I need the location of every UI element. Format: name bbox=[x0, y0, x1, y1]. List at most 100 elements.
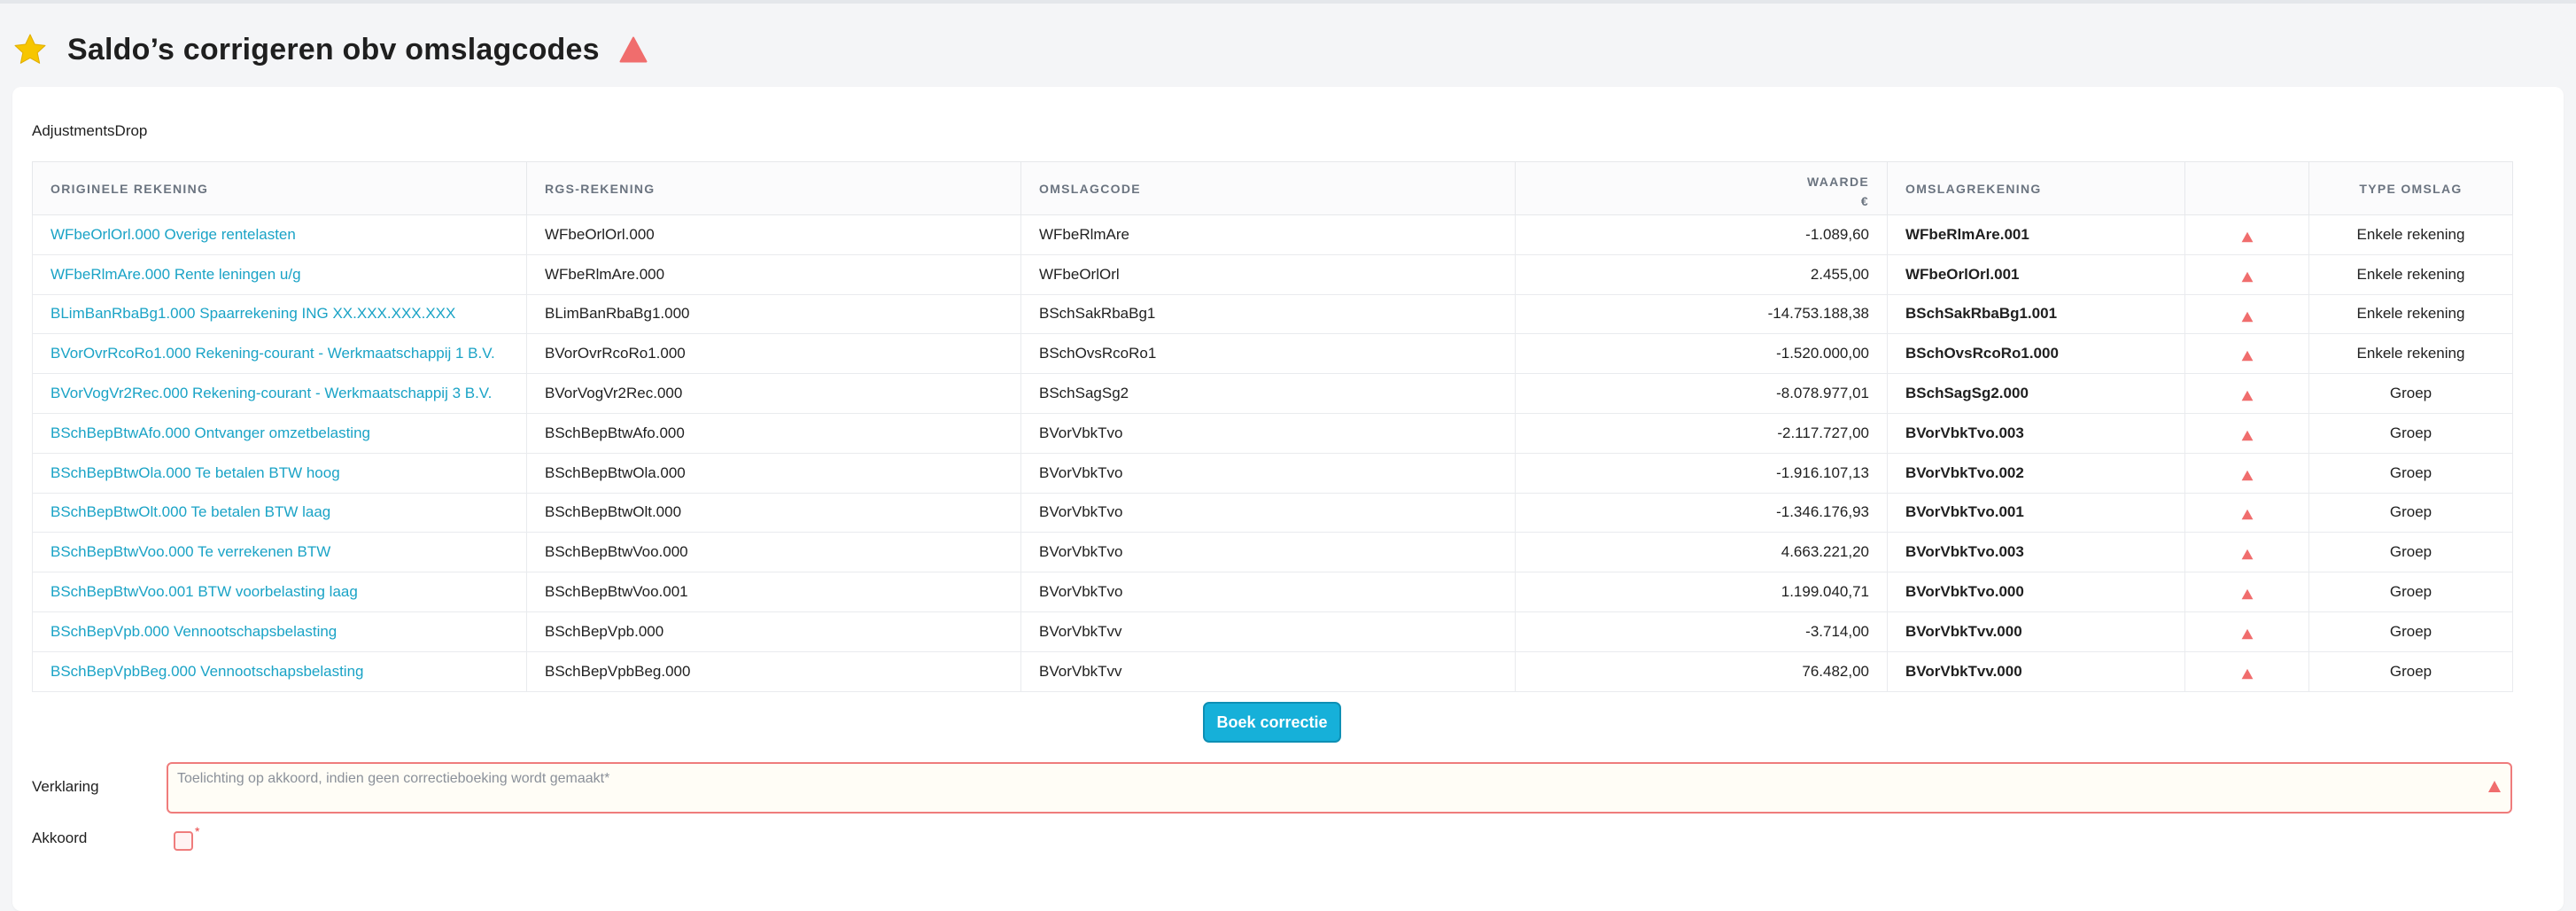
status-cell bbox=[2184, 412, 2309, 454]
originele-rekening-link[interactable]: WFbeOrlOrl.000 Overige rentelasten bbox=[32, 214, 527, 255]
type-omslag-cell: Groep bbox=[2308, 572, 2513, 612]
column-header-status bbox=[2184, 161, 2309, 215]
omslagcode-cell: BVorVbkTvo bbox=[1020, 452, 1516, 494]
table-row: BVorVogVr2Rec.000 Rekening-courant - Wer… bbox=[32, 373, 2513, 414]
type-omslag-cell: Enkele rekening bbox=[2308, 253, 2513, 295]
omslagrekening-cell: BVorVbkTvo.000 bbox=[1887, 572, 2185, 612]
table-row: BSchBepBtwVoo.000 Te verrekenen BTW BSchB… bbox=[32, 532, 2513, 573]
type-omslag-cell: Enkele rekening bbox=[2308, 333, 2513, 375]
table-body: WFbeOrlOrl.000 Overige rentelasten WFbeOr… bbox=[32, 214, 2513, 692]
warning-triangle-icon bbox=[2241, 428, 2254, 441]
waarde-cell: -8.078.977,01 bbox=[1515, 373, 1888, 414]
star-icon[interactable] bbox=[12, 32, 48, 67]
originele-rekening-link[interactable]: WFbeRlmAre.000 Rente leningen u/g bbox=[32, 253, 527, 295]
rgs-rekening-cell: BLimBanRbaBg1.000 bbox=[526, 293, 1021, 335]
akkoord-label: Akkoord bbox=[32, 829, 88, 846]
omslagcode-cell: BSchSagSg2 bbox=[1020, 373, 1516, 414]
waarde-cell: -1.346.176,93 bbox=[1515, 492, 1888, 533]
omslagrekening-cell: BVorVbkTvo.003 bbox=[1887, 532, 2185, 573]
column-header-type-omslag[interactable]: TYPE OMSLAG bbox=[2308, 161, 2513, 215]
omslagrekening-cell: BVorVbkTvv.000 bbox=[1887, 650, 2185, 692]
column-header-omslagcode[interactable]: OMSLAGCODE bbox=[1020, 161, 1516, 215]
type-omslag-cell: Enkele rekening bbox=[2308, 293, 2513, 335]
originele-rekening-link[interactable]: BSchBepVpb.000 Vennootschapsbelasting bbox=[32, 611, 527, 652]
omslagrekening-cell: BSchSagSg2.000 bbox=[1887, 373, 2185, 414]
omslagrekening-cell: WFbeRlmAre.001 bbox=[1887, 214, 2185, 255]
waarde-header-label: WAARDE bbox=[1806, 174, 1869, 189]
table-row: BSchBepVpb.000 Vennootschapsbelasting BSc… bbox=[32, 611, 2513, 652]
omslagrekening-cell: BVorVbkTvo.003 bbox=[1887, 412, 2185, 454]
waarde-cell: -14.753.188,38 bbox=[1515, 293, 1888, 335]
status-cell bbox=[2184, 492, 2309, 533]
warning-triangle-icon bbox=[2241, 468, 2254, 480]
originele-rekening-link[interactable]: BSchBepBtwAfo.000 Ontvanger omzetbelasti… bbox=[32, 412, 527, 454]
omslagrekening-cell: BVorVbkTvv.000 bbox=[1887, 611, 2185, 652]
table-row: WFbeRlmAre.000 Rente leningen u/g WFbeRlm… bbox=[32, 253, 2513, 295]
type-omslag-cell: Groep bbox=[2308, 492, 2513, 533]
warning-triangle-icon bbox=[2241, 230, 2254, 243]
omslagcode-cell: WFbeRlmAre bbox=[1020, 214, 1516, 255]
column-header-rgs-rekening[interactable]: RGS-REKENING bbox=[526, 161, 1021, 215]
omslagrekening-cell: BVorVbkTvo.001 bbox=[1887, 492, 2185, 533]
column-header-waarde[interactable]: WAARDE € bbox=[1515, 161, 1888, 215]
boek-correctie-button[interactable]: Boek correctie bbox=[1203, 702, 1341, 743]
rgs-rekening-cell: BSchBepBtwVoo.001 bbox=[526, 572, 1021, 612]
akkoord-checkbox[interactable] bbox=[174, 831, 193, 851]
originele-rekening-link[interactable]: BSchBepBtwVoo.000 Te verrekenen BTW bbox=[32, 532, 527, 573]
warning-triangle-icon bbox=[619, 36, 648, 63]
adjustments-table: ORIGINELE REKENING RGS-REKENING OMSLAGCO… bbox=[32, 161, 2513, 692]
originele-rekening-link[interactable]: BSchBepBtwOla.000 Te betalen BTW hoog bbox=[32, 452, 527, 494]
waarde-cell: -1.089,60 bbox=[1515, 214, 1888, 255]
table-row: BSchBepVpbBeg.000 Vennootschapsbelasting… bbox=[32, 650, 2513, 692]
originele-rekening-link[interactable]: BVorVogVr2Rec.000 Rekening-courant - Wer… bbox=[32, 373, 527, 414]
type-omslag-cell: Groep bbox=[2308, 373, 2513, 414]
table-row: BLimBanRbaBg1.000 Spaarrekening ING XX.X… bbox=[32, 293, 2513, 335]
warning-triangle-icon bbox=[2241, 627, 2254, 640]
status-cell bbox=[2184, 650, 2309, 692]
omslagcode-cell: BVorVbkTvv bbox=[1020, 611, 1516, 652]
waarde-cell: -1.916.107,13 bbox=[1515, 452, 1888, 494]
warning-triangle-icon bbox=[2241, 666, 2254, 679]
rgs-rekening-cell: BSchBepBtwAfo.000 bbox=[526, 412, 1021, 454]
top-border bbox=[0, 0, 2576, 4]
type-omslag-cell: Enkele rekening bbox=[2308, 214, 2513, 255]
page-title: Saldo’s corrigeren obv omslagcodes bbox=[67, 32, 600, 66]
waarde-cell: -2.117.727,00 bbox=[1515, 412, 1888, 454]
table-row: BSchBepBtwAfo.000 Ontvanger omzetbelasti… bbox=[32, 412, 2513, 454]
originele-rekening-link[interactable]: BSchBepVpbBeg.000 Vennootschapsbelasting bbox=[32, 650, 527, 692]
column-header-originele-rekening[interactable]: ORIGINELE REKENING bbox=[32, 161, 527, 215]
originele-rekening-link[interactable]: BSchBepBtwVoo.001 BTW voorbelasting laag bbox=[32, 572, 527, 612]
rgs-rekening-cell: BVorOvrRcoRo1.000 bbox=[526, 333, 1021, 375]
warning-triangle-icon bbox=[2241, 348, 2254, 362]
warning-triangle-icon bbox=[2241, 309, 2254, 322]
omslagcode-cell: BVorVbkTvo bbox=[1020, 492, 1516, 533]
type-omslag-cell: Groep bbox=[2308, 452, 2513, 494]
omslagcode-cell: BVorVbkTvv bbox=[1020, 650, 1516, 692]
status-cell bbox=[2184, 572, 2309, 612]
status-cell bbox=[2184, 452, 2309, 494]
type-omslag-cell: Groep bbox=[2308, 650, 2513, 692]
page-header: Saldo’s corrigeren obv omslagcodes bbox=[12, 25, 648, 74]
verklaring-field[interactable] bbox=[167, 762, 2512, 814]
rgs-rekening-cell: BSchBepBtwOlt.000 bbox=[526, 492, 1021, 533]
originele-rekening-link[interactable]: BSchBepBtwOlt.000 Te betalen BTW laag bbox=[32, 492, 527, 533]
status-cell bbox=[2184, 611, 2309, 652]
omslagrekening-cell: BSchSakRbaBg1.001 bbox=[1887, 293, 2185, 335]
omslagcode-cell: BVorVbkTvo bbox=[1020, 532, 1516, 573]
table-header-row: ORIGINELE REKENING RGS-REKENING OMSLAGCO… bbox=[32, 161, 2513, 215]
warning-triangle-icon bbox=[2241, 388, 2254, 401]
table-row: BSchBepBtwOla.000 Te betalen BTW hoog BSc… bbox=[32, 452, 2513, 494]
originele-rekening-link[interactable]: BVorOvrRcoRo1.000 Rekening-courant - Wer… bbox=[32, 333, 527, 375]
waarde-cell: 4.663.221,20 bbox=[1515, 532, 1888, 573]
field-warning-icon bbox=[2487, 780, 2502, 793]
originele-rekening-link[interactable]: BLimBanRbaBg1.000 Spaarrekening ING XX.X… bbox=[32, 293, 527, 335]
type-omslag-cell: Groep bbox=[2308, 611, 2513, 652]
waarde-cell: 1.199.040,71 bbox=[1515, 572, 1888, 612]
rgs-rekening-cell: BSchBepVpbBeg.000 bbox=[526, 650, 1021, 692]
section-label: AdjustmentsDrop bbox=[32, 122, 148, 139]
table-row: BVorOvrRcoRo1.000 Rekening-courant - Wer… bbox=[32, 333, 2513, 375]
table-row: WFbeOrlOrl.000 Overige rentelasten WFbeOr… bbox=[32, 214, 2513, 255]
column-header-omslagrekening[interactable]: OMSLAGREKENING bbox=[1887, 161, 2185, 215]
waarde-cell: -3.714,00 bbox=[1515, 611, 1888, 652]
status-cell bbox=[2184, 214, 2309, 255]
